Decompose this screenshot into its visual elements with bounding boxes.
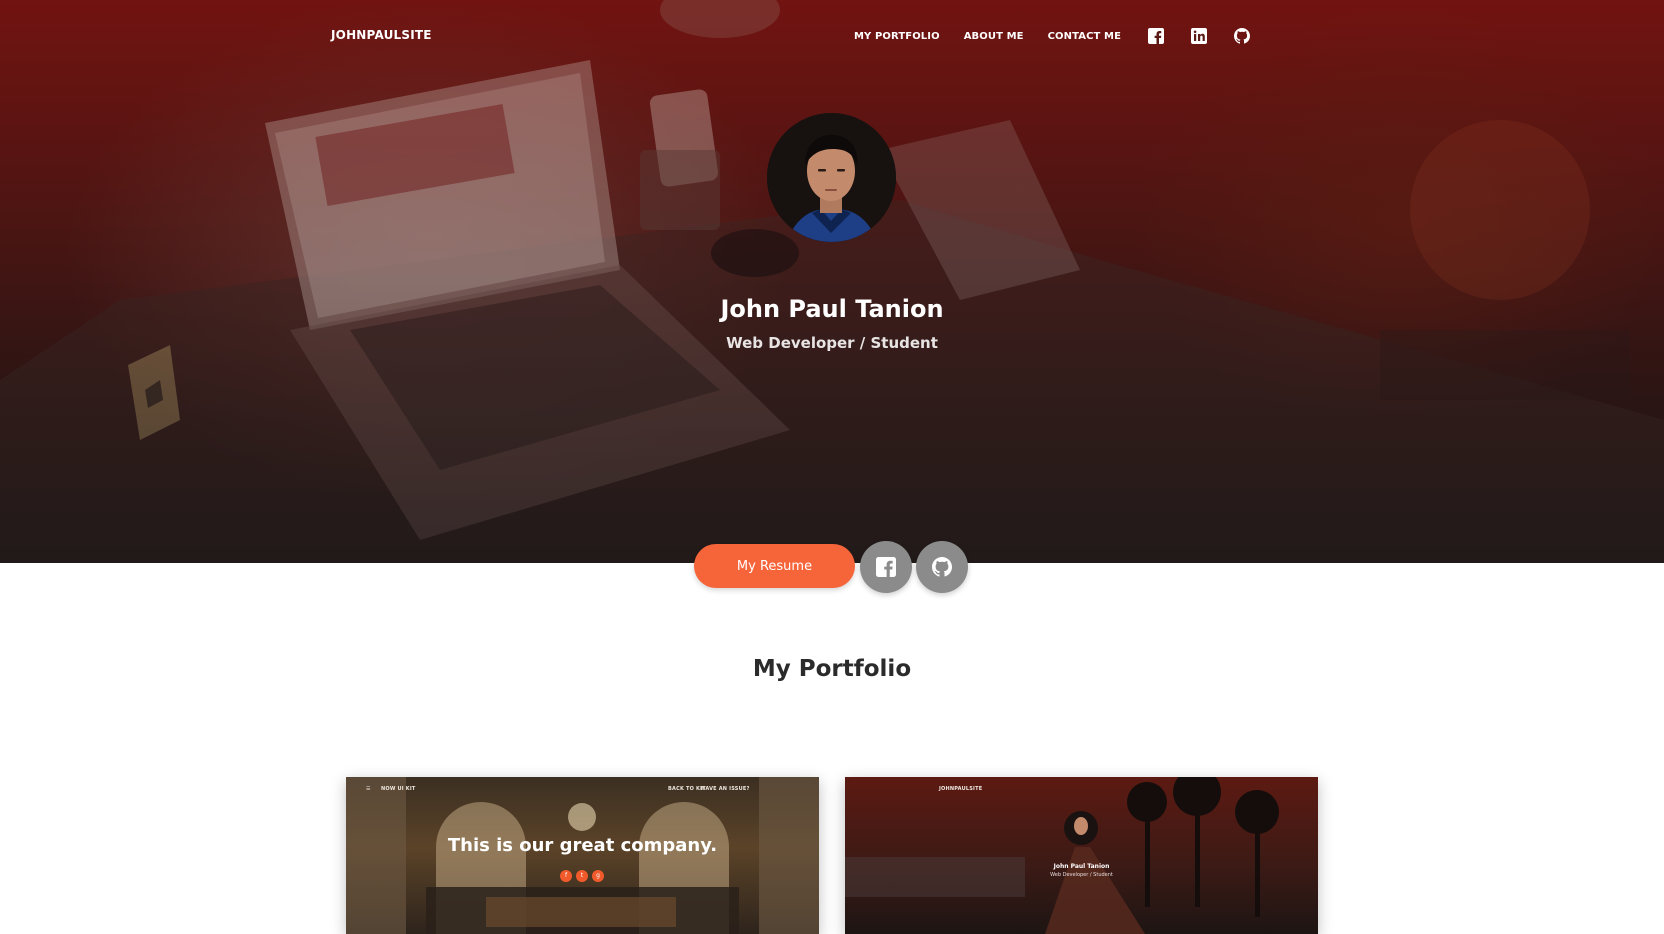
card-1-nav-link-2: HAVE AN ISSUE? bbox=[701, 786, 750, 792]
facebook-button[interactable] bbox=[860, 541, 912, 593]
nav-link-about-me[interactable]: ABOUT ME bbox=[964, 31, 1024, 42]
nav-link-my-portfolio[interactable]: MY PORTFOLIO bbox=[854, 31, 940, 42]
nav-link-contact-me[interactable]: CONTACT ME bbox=[1048, 31, 1121, 42]
portfolio-card-1[interactable]: ☰ NOW UI KIT BACK TO KIT HAVE AN ISSUE? … bbox=[346, 777, 819, 934]
facebook-icon[interactable] bbox=[1148, 28, 1164, 44]
portfolio-card-2[interactable]: JOHNPAULSITE John Paul Tanion Web Develo… bbox=[845, 777, 1318, 934]
portfolio-card-2-screenshot bbox=[845, 777, 1279, 934]
card-2-role: Web Developer / Student bbox=[1050, 872, 1113, 878]
card-1-google-dot-icon: g bbox=[592, 870, 604, 882]
github-icon[interactable] bbox=[1234, 28, 1250, 44]
portfolio-title: My Portfolio bbox=[752, 656, 912, 682]
page: JOHNPAULSITE MY PORTFOLIO ABOUT ME CONTA… bbox=[0, 0, 1664, 934]
card-1-headline: This is our great company. bbox=[447, 835, 718, 856]
facebook-icon bbox=[876, 557, 896, 577]
my-resume-button[interactable]: My Resume bbox=[694, 544, 855, 588]
profile-avatar bbox=[767, 113, 896, 242]
hero-section: JOHNPAULSITE MY PORTFOLIO ABOUT ME CONTA… bbox=[0, 0, 1664, 563]
card-2-brand: JOHNPAULSITE bbox=[939, 786, 983, 792]
brand-logo[interactable]: JOHNPAULSITE bbox=[331, 28, 432, 42]
hero-role: Web Developer / Student bbox=[726, 334, 938, 352]
github-icon bbox=[932, 557, 952, 577]
github-button[interactable] bbox=[916, 541, 968, 593]
card-1-facebook-dot-icon: f bbox=[560, 870, 572, 882]
hero-overlay bbox=[0, 0, 1664, 563]
card-1-nav-brand: NOW UI KIT bbox=[381, 786, 416, 792]
hero-name: John Paul Tanion bbox=[720, 295, 944, 323]
linkedin-icon[interactable] bbox=[1191, 28, 1207, 44]
card-1-twitter-dot-icon: t bbox=[576, 870, 588, 882]
card-1-menu-icon: ☰ bbox=[366, 786, 371, 792]
card-2-name: John Paul Tanion bbox=[1053, 863, 1110, 870]
top-nav: MY PORTFOLIO ABOUT ME CONTACT ME bbox=[830, 28, 1250, 44]
